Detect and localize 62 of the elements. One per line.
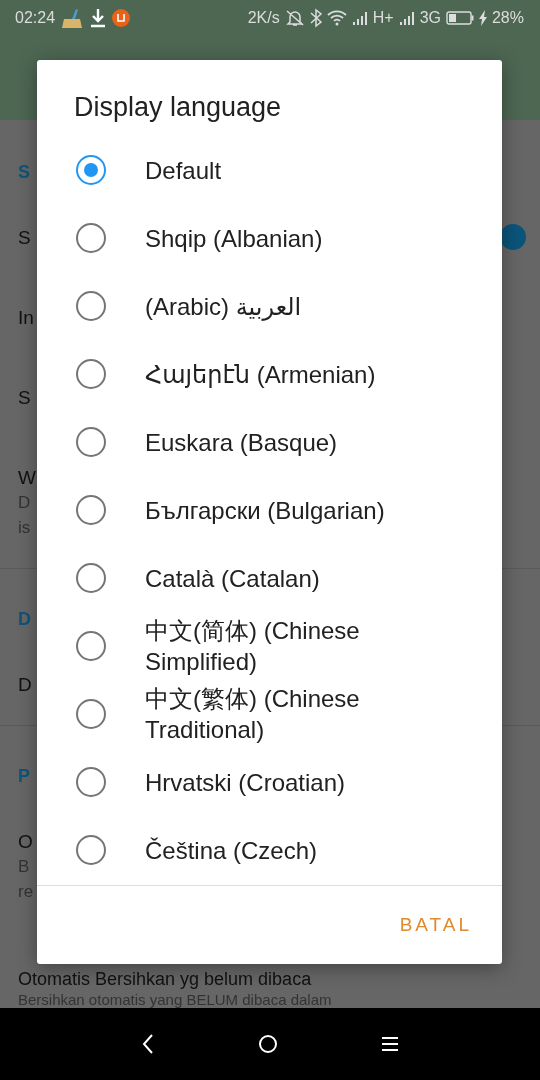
- language-option[interactable]: Հայերէն (Armenian): [37, 340, 502, 408]
- radio-button[interactable]: [76, 223, 106, 253]
- language-label: 中文(简体) (Chinese Simplified): [145, 616, 361, 677]
- language-option[interactable]: Català (Catalan): [37, 544, 502, 612]
- language-option[interactable]: Български (Bulgarian): [37, 476, 502, 544]
- wifi-icon: [326, 10, 347, 26]
- language-option[interactable]: 中文(繁体) (Chinese Traditional): [37, 680, 502, 748]
- setting-title: S: [18, 386, 31, 410]
- language-label: Euskara (Basque): [145, 427, 339, 458]
- broom-icon: [60, 7, 85, 29]
- language-option[interactable]: Čeština (Czech): [37, 816, 502, 884]
- signal-icon: [398, 11, 415, 25]
- dialog-title: Display language: [73, 91, 283, 124]
- battery-icon: [445, 11, 474, 25]
- setting-title: D: [18, 673, 32, 697]
- back-icon[interactable]: [141, 1033, 156, 1055]
- signal-icon: [351, 11, 368, 25]
- app-notification-icon: [112, 9, 131, 27]
- network-type: 3G: [419, 9, 441, 27]
- radio-button[interactable]: [76, 427, 106, 457]
- download-icon: [89, 8, 108, 28]
- language-label: Հայերէն (Armenian): [145, 359, 377, 390]
- radio-button[interactable]: [76, 767, 106, 797]
- setting-title: S: [18, 226, 31, 250]
- radio-button[interactable]: [76, 291, 106, 321]
- language-option[interactable]: Euskara (Basque): [37, 408, 502, 476]
- language-label: Shqip (Albanian): [145, 223, 324, 254]
- network-speed: 2K/s: [247, 9, 280, 27]
- charging-icon: [478, 10, 487, 26]
- setting-title: O: [18, 830, 33, 854]
- language-option[interactable]: 中文(简体) (Chinese Simplified): [37, 612, 502, 680]
- radio-button[interactable]: [76, 835, 106, 865]
- radio-button[interactable]: [76, 563, 106, 593]
- home-icon[interactable]: [258, 1034, 278, 1054]
- radio-button[interactable]: [76, 699, 106, 729]
- language-label: Български (Bulgarian): [145, 495, 386, 526]
- language-label: Català (Catalan): [145, 563, 321, 594]
- radio-button[interactable]: [76, 155, 106, 185]
- language-label: Default: [145, 155, 223, 186]
- setting-title: In: [18, 306, 34, 330]
- language-option[interactable]: Shqip (Albanian): [37, 204, 502, 272]
- muted-bell-icon: [284, 9, 305, 27]
- bluetooth-icon: [309, 8, 322, 28]
- radio-button[interactable]: [76, 631, 106, 661]
- language-option[interactable]: Default: [37, 136, 502, 204]
- section-header: D: [18, 608, 31, 631]
- setting-title: W: [18, 466, 36, 490]
- section-header: S: [18, 161, 30, 184]
- language-option[interactable]: (Arabic) العربية: [37, 272, 502, 340]
- battery-percent: 28%: [491, 9, 524, 27]
- radio-button[interactable]: [76, 495, 106, 525]
- section-header: P: [18, 765, 30, 788]
- network-type: H+: [372, 9, 394, 27]
- language-label: Čeština (Czech): [145, 835, 319, 866]
- language-label: Hrvatski (Croatian): [145, 767, 347, 798]
- clock: 02:24: [15, 9, 56, 27]
- language-label: (Arabic) العربية: [145, 291, 303, 322]
- menu-icon[interactable]: [380, 1036, 399, 1052]
- language-option[interactable]: Hrvatski (Croatian): [37, 748, 502, 816]
- setting-title: Otomatis Bersihkan yg belum dibaca: [18, 969, 312, 989]
- radio-button[interactable]: [76, 359, 106, 389]
- language-label: 中文(繁体) (Chinese Traditional): [145, 684, 361, 745]
